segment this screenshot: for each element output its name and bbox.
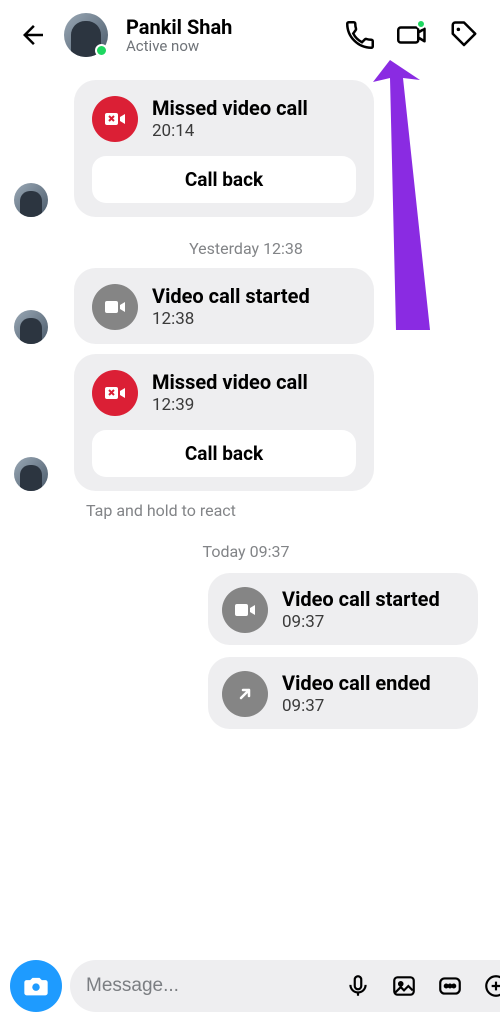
video-icon [92,284,138,330]
call-back-button[interactable]: Call back [92,156,356,203]
tag-button[interactable] [442,13,486,57]
message-row-outgoing: Video call ended 09:37 [14,657,478,729]
call-title: Video call ended [282,672,460,694]
chat-header: Pankil Shah Active now [0,0,500,70]
sender-avatar[interactable] [14,310,48,344]
missed-video-icon [92,96,138,142]
call-bubble-missed[interactable]: Missed video call 20:14 Call back [74,80,374,217]
call-title: Missed video call [152,97,356,119]
call-back-button[interactable]: Call back [92,430,356,477]
call-time: 12:38 [152,309,356,329]
date-divider: Today 09:37 [14,542,478,561]
call-bubble-ended[interactable]: Video call ended 09:37 [208,657,478,729]
call-time: 20:14 [152,121,356,141]
call-bubble-started[interactable]: Video call started 12:38 [74,268,374,344]
sender-avatar[interactable] [14,183,48,217]
call-title: Missed video call [152,371,356,393]
message-row: Missed video call 20:14 Call back [14,80,478,217]
missed-video-icon [92,370,138,416]
call-time: 09:37 [282,696,460,716]
contact-avatar[interactable] [64,13,108,57]
contact-status: Active now [126,37,330,55]
gallery-button[interactable] [385,967,423,1005]
date-divider: Yesterday 12:38 [14,239,478,258]
call-bubble-missed[interactable]: Missed video call 12:39 Call back [74,354,374,491]
call-title: Video call started [282,588,460,610]
sticker-button[interactable] [431,967,469,1005]
call-time: 09:37 [282,612,460,632]
video-icon [222,587,268,633]
call-bubble-started[interactable]: Video call started 09:37 [208,573,478,645]
message-row-outgoing: Video call started 09:37 [14,573,478,645]
reaction-hint: Tap and hold to react [86,501,478,520]
video-call-button[interactable] [390,13,434,57]
camera-button[interactable] [10,960,62,1012]
contact-title-block[interactable]: Pankil Shah Active now [126,15,330,55]
message-bar [70,960,500,1012]
sender-avatar[interactable] [14,457,48,491]
message-row: Video call started 12:38 [14,268,478,344]
message-input[interactable] [86,975,331,997]
call-title: Video call started [152,285,356,307]
audio-call-button[interactable] [338,13,382,57]
message-row: Missed video call 12:39 Call back [14,354,478,491]
voice-button[interactable] [339,967,377,1005]
message-composer [10,960,490,1012]
call-time: 12:39 [152,395,356,415]
contact-name: Pankil Shah [126,15,330,39]
video-presence-dot-icon [416,19,426,29]
back-button[interactable] [14,16,52,54]
outgoing-arrow-icon [222,671,268,717]
presence-dot-icon [95,44,108,57]
add-button[interactable] [477,967,500,1005]
